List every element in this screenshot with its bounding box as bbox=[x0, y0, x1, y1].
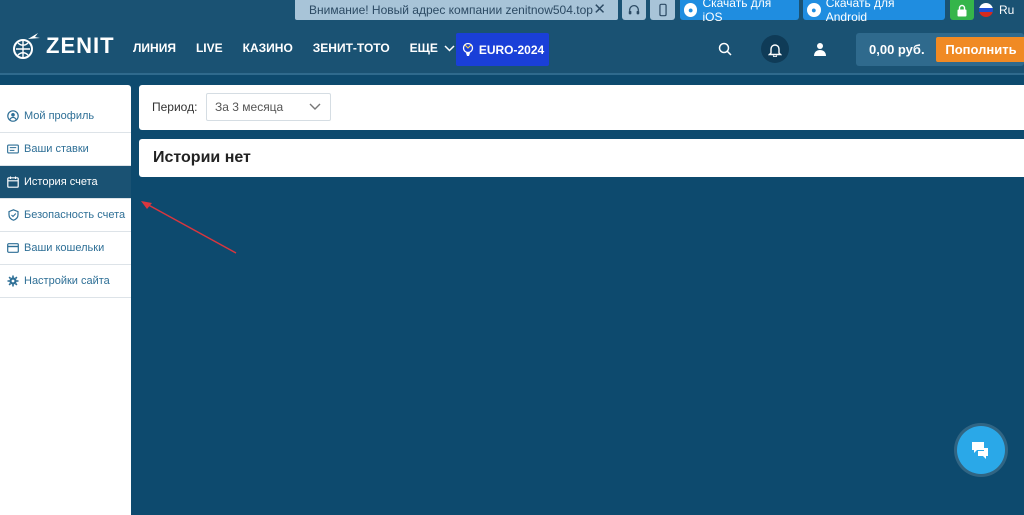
sidebar-item-label: Ваши кошельки bbox=[24, 242, 105, 254]
sidebar-item-label: Безопасность счета bbox=[24, 209, 126, 221]
sidebar-item-history[interactable]: История счета bbox=[0, 166, 131, 199]
sidebar-item-label: Мой профиль bbox=[24, 110, 95, 122]
notifications-button[interactable] bbox=[761, 35, 789, 63]
nav-zenit-toto[interactable]: ЗЕНИТ-ТОТО bbox=[313, 41, 390, 55]
shield-icon bbox=[7, 209, 19, 221]
download-android-button[interactable]: ● Скачать для Android bbox=[803, 0, 945, 24]
nav-live[interactable]: LIVE bbox=[196, 41, 223, 55]
profile-button[interactable] bbox=[806, 35, 834, 63]
search-button[interactable] bbox=[711, 35, 739, 63]
euro-2024-button[interactable]: EURO-2024 bbox=[456, 33, 549, 66]
ticket-icon bbox=[7, 143, 19, 155]
chat-button[interactable] bbox=[957, 426, 1005, 474]
search-icon bbox=[718, 42, 732, 56]
language-selector[interactable]: Ru bbox=[979, 0, 1014, 20]
period-select[interactable]: За 3 месяца bbox=[206, 93, 331, 121]
logo-text: ZENIT bbox=[46, 33, 115, 58]
euro-label: EURO-2024 bbox=[478, 42, 545, 57]
chevron-down-icon bbox=[444, 44, 455, 52]
language-label: Ru bbox=[999, 3, 1015, 17]
main-header: ZENIT ЛИНИЯ LIVE КАЗИНО ЗЕНИТ-ТОТО ЕЩЕ E… bbox=[0, 21, 1024, 75]
address-notice[interactable]: Внимание! Новый адрес компании zenitnow5… bbox=[295, 0, 618, 20]
download-ios-button[interactable]: ● Скачать для iOS bbox=[680, 0, 799, 24]
annotation-arrow bbox=[141, 201, 237, 254]
user-circle-icon bbox=[7, 110, 19, 122]
chat-bubbles-icon bbox=[972, 442, 988, 459]
sidebar-item-bets[interactable]: Ваши ставки bbox=[0, 133, 131, 166]
phone-icon bbox=[658, 3, 667, 17]
balance-box: 0,00 руб. Пополнить bbox=[856, 33, 1024, 66]
close-icon[interactable]: ✕ bbox=[593, 0, 606, 20]
sidebar-item-security[interactable]: Безопасность счета bbox=[0, 199, 131, 232]
sidebar-item-wallets[interactable]: Ваши кошельки bbox=[0, 232, 131, 265]
main-nav: ЛИНИЯ LIVE КАЗИНО ЗЕНИТ-ТОТО ЕЩЕ bbox=[133, 21, 475, 75]
russia-flag-icon bbox=[979, 3, 993, 17]
notice-text: Внимание! Новый адрес компании zenitnow5… bbox=[309, 3, 593, 17]
sidebar-item-label: История счета bbox=[24, 176, 98, 188]
sidebar-item-settings[interactable]: Настройки сайта bbox=[0, 265, 131, 298]
top-strip: Внимание! Новый адрес компании zenitnow5… bbox=[0, 0, 1024, 24]
headset-icon bbox=[628, 4, 640, 15]
chevron-down-icon bbox=[309, 103, 321, 110]
balance-amount: 0,00 руб. bbox=[869, 42, 925, 57]
sidebar-item-profile[interactable]: Мой профиль bbox=[0, 100, 131, 133]
support-headset-button[interactable] bbox=[622, 0, 646, 20]
user-icon bbox=[814, 43, 826, 56]
bell-icon bbox=[768, 43, 782, 57]
period-select-value: За 3 месяца bbox=[215, 100, 284, 114]
nav-more[interactable]: ЕЩЕ bbox=[410, 41, 455, 55]
nav-more-label: ЕЩЕ bbox=[409, 41, 438, 55]
secure-lock-button[interactable] bbox=[950, 0, 974, 20]
gear-icon bbox=[7, 275, 19, 287]
calendar-icon bbox=[7, 176, 19, 188]
topup-button[interactable]: Пополнить bbox=[936, 37, 1024, 62]
period-filter-panel: Период: За 3 месяца bbox=[139, 85, 1024, 130]
sidebar-item-label: Настройки сайта bbox=[24, 275, 110, 287]
wallet-icon bbox=[7, 242, 19, 254]
sidebar-item-label: Ваши ставки bbox=[24, 143, 89, 155]
zenit-emblem-icon bbox=[13, 33, 40, 59]
history-empty-panel: Истории нет bbox=[139, 139, 1024, 177]
period-label: Период: bbox=[152, 100, 198, 114]
android-icon: ● bbox=[807, 3, 821, 17]
lock-icon bbox=[957, 4, 967, 16]
nav-line[interactable]: ЛИНИЯ bbox=[133, 41, 176, 55]
nav-casino[interactable]: КАЗИНО bbox=[243, 41, 293, 55]
ios-icon: ● bbox=[684, 3, 698, 17]
empty-history-text: Истории нет bbox=[153, 149, 251, 166]
zenit-logo[interactable]: ZENIT bbox=[10, 31, 115, 61]
account-sidebar: Мой профиль Ваши ставки История счета Бе… bbox=[0, 85, 131, 515]
trophy-icon bbox=[462, 42, 473, 56]
mobile-version-button[interactable] bbox=[650, 0, 675, 20]
